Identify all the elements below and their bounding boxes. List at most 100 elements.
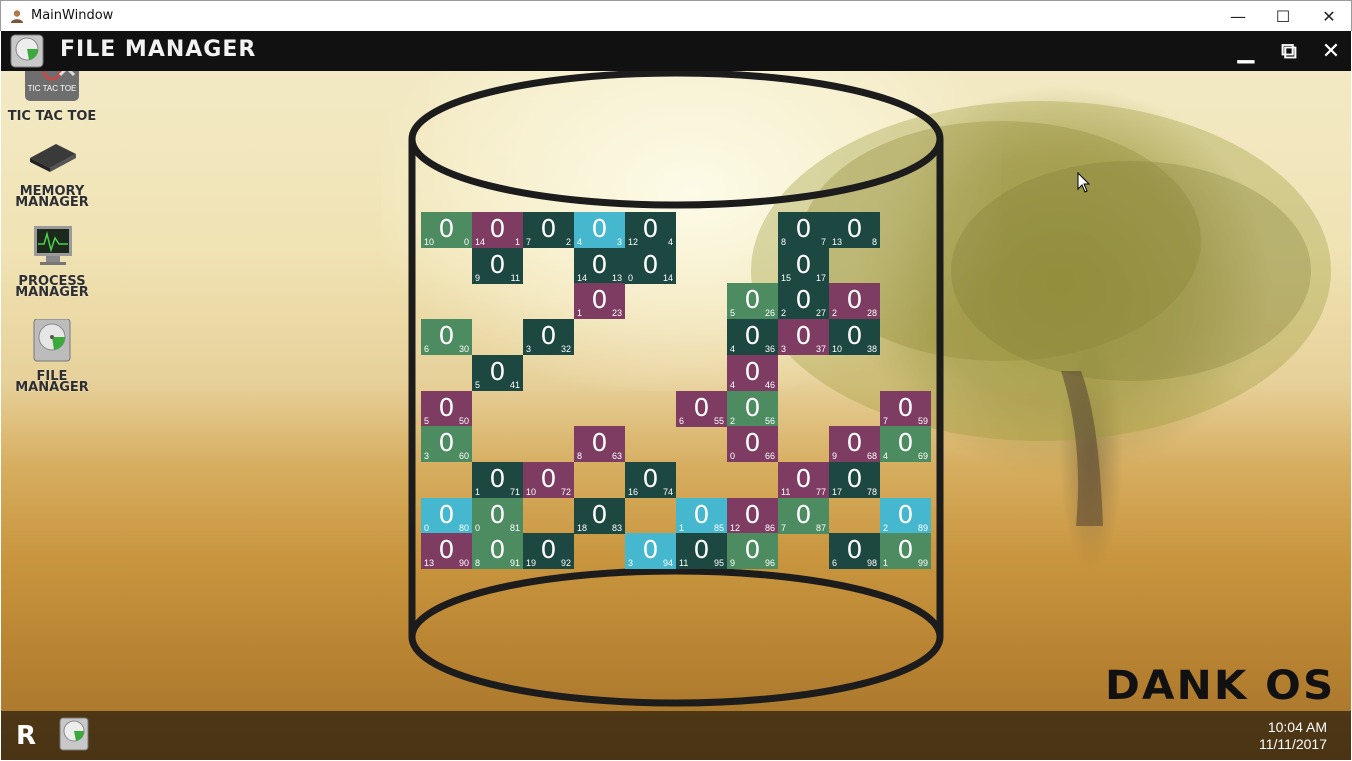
cell-left-index: 5 (475, 380, 481, 390)
grid-cell[interactable]: 0 4 46 (727, 355, 778, 391)
app-close-button[interactable]: ✕ (1319, 39, 1343, 64)
grid-cell[interactable]: 0 2 89 (880, 498, 931, 534)
cell-left-index: 17 (832, 487, 843, 497)
cell-left-index: 16 (628, 487, 639, 497)
grid-cell[interactable]: 0 1 71 (472, 462, 523, 498)
desktop-icon-file-manager[interactable]: FILE MANAGER (2, 318, 102, 395)
grid-cell[interactable]: 0 0 81 (472, 498, 523, 534)
app-header: FILE MANAGER ▁ ⧉ ✕ (1, 31, 1351, 71)
grid-cell[interactable]: 0 19 92 (523, 533, 574, 569)
grid-cell[interactable]: 0 13 8 (829, 212, 880, 248)
grid-cell[interactable]: 0 14 13 (574, 248, 625, 284)
minimize-icon: — (1230, 6, 1246, 26)
cell-left-index: 9 (832, 451, 838, 461)
window-title: MainWindow (31, 8, 114, 23)
window-maximize-button[interactable]: ☐ (1260, 1, 1306, 31)
grid-cell[interactable]: 087 (778, 212, 829, 248)
cell-right-index: 38 (866, 344, 877, 354)
grid-cell[interactable]: 0 8 91 (472, 533, 523, 569)
grid-cell[interactable]: 0 5 26 (727, 283, 778, 319)
desktop-icon-memory-manager[interactable]: MEMORY MANAGER (2, 134, 102, 209)
cell-left-index: 12 (730, 523, 741, 533)
grid-cell[interactable]: 0 14 1 (472, 212, 523, 248)
grid-cell[interactable]: 0 15 17 (778, 248, 829, 284)
taskbar-file-manager-icon[interactable] (57, 717, 91, 751)
grid-cell[interactable]: 0 9 68 (829, 426, 880, 462)
os-brand: DANK OS (1105, 663, 1336, 709)
grid-cell[interactable]: 0 2 27 (778, 283, 829, 319)
cell-right-index: 41 (509, 380, 520, 390)
cell-right-index: 78 (866, 487, 877, 497)
cell-right-index: 92 (560, 558, 571, 568)
app-restore-button[interactable]: ⧉ (1277, 39, 1301, 64)
cell-left-index: 11 (679, 558, 689, 568)
grid-cell[interactable]: 0 5 41 (472, 355, 523, 391)
grid-cell[interactable]: 0 3 32 (523, 319, 574, 355)
grid-cell[interactable]: 0 2 56 (727, 391, 778, 427)
cell-left-index: 10 (526, 487, 537, 497)
grid-cell[interactable]: 0 1 99 (880, 533, 931, 569)
cell-right-index: 68 (866, 451, 877, 461)
grid-cell[interactable]: 0 11 95 (676, 533, 727, 569)
grid-cell[interactable]: 0 8 63 (574, 426, 625, 462)
cell-left-index: 4 (730, 344, 736, 354)
window-close-button[interactable]: ✕ (1306, 1, 1352, 31)
system-clock[interactable]: 10:04 AM 11/11/2017 (1259, 719, 1327, 753)
cell-right-index: 0 (463, 237, 469, 247)
grid-cell[interactable]: 0 12 86 (727, 498, 778, 534)
app-minimize-button[interactable]: ▁ (1234, 39, 1258, 64)
grid-cell[interactable]: 0 9 11 (472, 248, 523, 284)
grid-cell[interactable]: 0 0 80 (421, 498, 472, 534)
grid-cell[interactable]: 0 2 28 (829, 283, 880, 319)
grid-cell[interactable]: 0 0 14 (625, 248, 676, 284)
grid-cell[interactable]: 0 11 77 (778, 462, 829, 498)
grid-cell[interactable]: 0 18 83 (574, 498, 625, 534)
window-minimize-button[interactable]: — (1215, 1, 1261, 31)
cell-left-index: 6 (679, 416, 685, 426)
mouse-cursor-icon (1077, 172, 1091, 193)
cell-right-index: 55 (713, 416, 724, 426)
start-button[interactable]: R (11, 721, 41, 751)
grid-cell[interactable]: 0 3 37 (778, 319, 829, 355)
grid-cell[interactable]: 0 6 98 (829, 533, 880, 569)
grid-cell[interactable]: 0 13 90 (421, 533, 472, 569)
cell-left-index: 13 (424, 558, 435, 568)
grid-cell[interactable]: 0 4 36 (727, 319, 778, 355)
grid-cell[interactable]: 0 5 50 (421, 391, 472, 427)
cell-left-index: 18 (577, 523, 588, 533)
user-icon (11, 10, 23, 23)
grid-cell[interactable]: 0 1 23 (574, 283, 625, 319)
grid-cell[interactable]: 0 7 87 (778, 498, 829, 534)
cell-right-index: 46 (764, 380, 775, 390)
cell-left-index: 9 (475, 273, 481, 283)
desktop-icon-label: FILE MANAGER (15, 369, 89, 395)
grid-cell[interactable]: 043 (574, 212, 625, 248)
cell-right-index: 13 (611, 273, 622, 283)
hard-drive-icon (33, 318, 71, 362)
grid-cell[interactable]: 0 3 60 (421, 426, 472, 462)
grid-cell[interactable]: 0 16 74 (625, 462, 676, 498)
grid-cell[interactable]: 0 3 94 (625, 533, 676, 569)
grid-cell[interactable]: 0 6 30 (421, 319, 472, 355)
grid-cell[interactable]: 0 1 85 (676, 498, 727, 534)
grid-cell[interactable]: 0 10 0 (421, 212, 472, 248)
cell-right-index: 37 (815, 344, 826, 354)
start-logo-icon: R (15, 721, 37, 751)
grid-cell[interactable]: 0 7 59 (880, 391, 931, 427)
cell-left-index: 3 (628, 558, 634, 568)
cell-right-index: 26 (764, 308, 775, 318)
grid-cell[interactable]: 0 10 72 (523, 462, 574, 498)
grid-cell[interactable]: 072 (523, 212, 574, 248)
desktop-icon-process-manager[interactable]: PROCESS MANAGER (2, 224, 102, 299)
taskbar: R 10:04 AM 11/11/2017 (1, 711, 1351, 760)
close-icon: ✕ (1322, 6, 1336, 26)
grid-cell[interactable]: 0 17 78 (829, 462, 880, 498)
grid-cell[interactable]: 0 0 66 (727, 426, 778, 462)
cell-right-index: 72 (560, 487, 571, 497)
grid-cell[interactable]: 0 10 38 (829, 319, 880, 355)
maximize-icon: ☐ (1275, 6, 1291, 26)
grid-cell[interactable]: 0 12 4 (625, 212, 676, 248)
grid-cell[interactable]: 0 4 69 (880, 426, 931, 462)
grid-cell[interactable]: 0 9 96 (727, 533, 778, 569)
grid-cell[interactable]: 0 6 55 (676, 391, 727, 427)
